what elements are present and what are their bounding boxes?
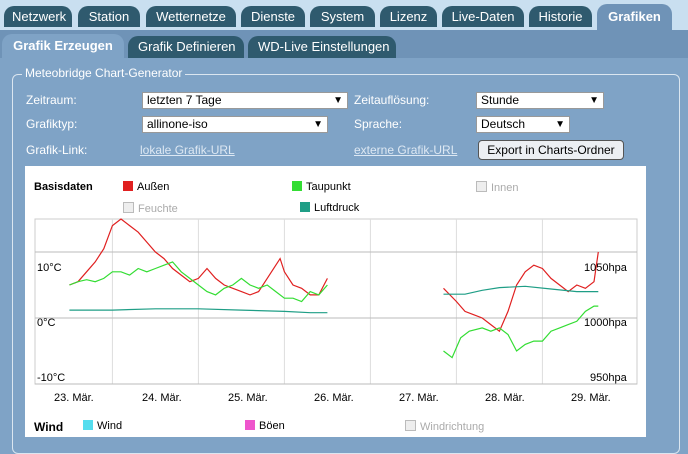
externe-grafik-url-link[interactable]: externe Grafik-URL	[354, 143, 457, 157]
chevron-down-icon: ▼	[589, 95, 599, 106]
zeitaufloesung-value: Stunde	[481, 93, 520, 107]
tab-grafik-definieren[interactable]: Grafik Definieren	[128, 36, 244, 58]
tab-grafik-erzeugen[interactable]: Grafik Erzeugen	[2, 34, 124, 58]
zeitraum-value: letzten 7 Tage	[147, 93, 222, 107]
sprache-value: Deutsch	[481, 117, 526, 131]
legend-wind-label: Wind	[97, 420, 123, 432]
grafiktyp-select[interactable]: allinone-iso ▼	[142, 116, 328, 133]
chevron-down-icon: ▼	[333, 95, 343, 106]
tab-grafiken[interactable]: Grafiken	[597, 4, 672, 30]
chevron-down-icon: ▼	[555, 119, 565, 130]
sprache-select[interactable]: Deutsch ▼	[476, 116, 570, 133]
y-tick-0c: 0°C	[37, 317, 56, 329]
tab-netzwerk[interactable]: Netzwerk	[4, 6, 72, 27]
zeitaufloesung-label: Zeitauflösung:	[354, 93, 430, 107]
tab-wd-live-einstellungen[interactable]: WD-Live Einstellungen	[248, 36, 396, 58]
chart-area: Basisdaten Außen Taupunkt Innen Feuchte …	[25, 166, 646, 437]
legend-boeen-label: Böen	[259, 420, 285, 432]
zeitaufloesung-select[interactable]: Stunde ▼	[476, 92, 604, 109]
x-tick-23-maerz: 23. Mär.	[54, 392, 94, 404]
tab-wetternetze[interactable]: Wetternetze	[146, 6, 236, 27]
y-tick-1000hpa: 1000hpa	[584, 317, 627, 329]
grafik-link-label: Grafik-Link:	[26, 143, 88, 157]
legend-wind[interactable]: Wind	[83, 420, 122, 432]
y-tick-950hpa: 950hpa	[590, 372, 627, 384]
series-line-taupunkt-1	[443, 305, 599, 359]
plot-frame	[34, 218, 638, 385]
grafiktyp-label: Grafiktyp:	[26, 117, 78, 131]
panel-legend: Meteobridge Chart-Generator	[22, 66, 186, 80]
y-tick-minus10c: -10°C	[37, 372, 66, 384]
legend-group-wind: Wind	[34, 420, 64, 434]
sub-tab-bar: Grafik Erzeugen Grafik Definieren WD-Liv…	[0, 30, 688, 58]
legend-boeen[interactable]: Böen	[245, 420, 285, 432]
tab-station[interactable]: Station	[78, 6, 140, 27]
lokale-grafik-url-link[interactable]: lokale Grafik-URL	[140, 143, 235, 157]
x-tick-26-maerz: 26. Mär.	[314, 392, 354, 404]
tab-historie[interactable]: Historie	[529, 6, 592, 27]
x-tick-25-maerz: 25. Mär.	[228, 392, 268, 404]
tab-lizenz[interactable]: Lizenz	[380, 6, 437, 27]
sprache-label: Sprache:	[354, 117, 403, 131]
tab-dienste[interactable]: Dienste	[241, 6, 305, 27]
export-charts-button[interactable]: Export in Charts-Ordner	[478, 140, 624, 160]
legend-windrichtung[interactable]: Windrichtung	[405, 420, 484, 433]
zeitraum-select[interactable]: letzten 7 Tage ▼	[142, 92, 348, 109]
tab-live-daten[interactable]: Live-Daten	[442, 6, 524, 27]
x-tick-27-maerz: 27. Mär.	[399, 392, 439, 404]
series-line-luftdruck-1	[443, 285, 599, 295]
legend-windrichtung-label: Windrichtung	[420, 421, 485, 433]
main-tab-bar: Netzwerk Station Wetternetze Dienste Sys…	[0, 0, 688, 30]
x-tick-29-maerz: 29. Mär.	[571, 392, 611, 404]
tab-system[interactable]: System	[310, 6, 375, 27]
x-tick-24-maerz: 24. Mär.	[142, 392, 182, 404]
chevron-down-icon: ▼	[313, 119, 323, 130]
y-tick-10c: 10°C	[37, 262, 62, 274]
zeitraum-label: Zeitraum:	[26, 93, 77, 107]
grafiktyp-value: allinone-iso	[147, 117, 208, 131]
x-tick-28-maerz: 28. Mär.	[485, 392, 525, 404]
y-tick-1050hpa: 1050hpa	[584, 262, 627, 274]
